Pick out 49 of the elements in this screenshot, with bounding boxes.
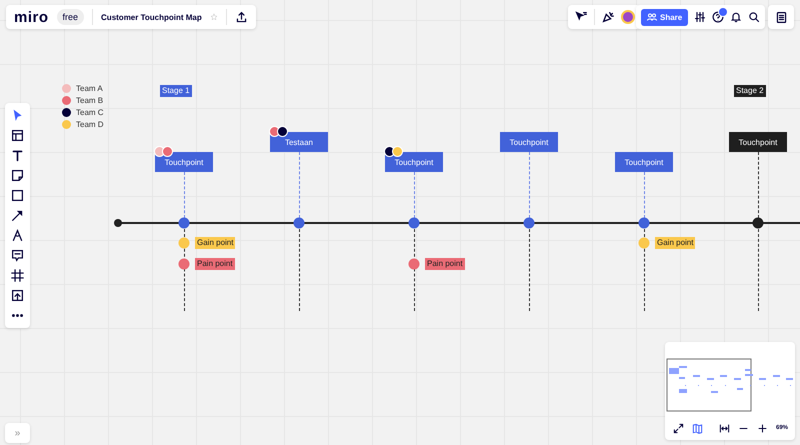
logo[interactable]: miro [14,8,49,26]
stage-label: Stage 2 [734,85,766,97]
arrow-icon[interactable] [11,209,24,222]
timeline-node [408,218,420,228]
zoom-in-icon[interactable] [757,422,768,434]
star-icon[interactable] [210,13,218,21]
map-icon[interactable] [692,422,703,434]
touchpoint-card: Touchpoint [155,152,213,172]
legend-label: Team C [76,108,104,117]
people-icon [647,13,657,21]
touchpoint-card: Touchpoint [615,152,673,172]
pen-icon[interactable] [11,229,24,242]
gain-point-label: Gain point [655,237,696,249]
upload-icon[interactable] [11,289,24,302]
sliders-icon[interactable] [694,11,706,23]
shape-icon[interactable] [11,189,24,202]
party-icon[interactable] [601,10,615,24]
timeline-start [114,219,122,227]
pain-point-label: Pain point [195,258,235,270]
touchpoint-card: Touchpoint [385,152,443,172]
pain-point-label: Pain point [425,258,465,270]
plan-badge: free [56,9,84,25]
document-icon[interactable] [774,10,788,24]
comment-icon[interactable] [11,249,24,262]
timeline-node [178,218,190,228]
timeline-node [638,218,650,228]
timeline-node [294,218,304,228]
search-icon[interactable] [748,11,760,23]
board-title[interactable]: Customer Touchpoint Map [101,12,202,22]
timeline-node [752,218,764,228]
bell-icon[interactable] [730,11,742,23]
gain-point-label: Gain point [195,237,236,249]
touchpoint-card: Testaan [270,132,328,152]
legend-label: Team A [76,84,103,93]
stage-label: Stage 1 [160,85,192,97]
fullscreen-icon[interactable] [673,422,684,434]
frame-icon[interactable] [11,269,24,282]
sticky-note-icon[interactable] [11,169,24,182]
export-icon[interactable] [234,10,248,24]
touchpoint-card: Touchpoint [729,132,787,152]
timeline-node [524,218,534,228]
avatar[interactable] [621,10,635,24]
legend-label: Team B [76,96,104,105]
touchpoint-card: Touchpoint [500,132,558,152]
template-icon[interactable] [11,129,24,142]
share-button[interactable]: Share [641,8,688,26]
text-icon[interactable] [11,149,24,162]
fit-width-icon[interactable] [719,422,730,434]
legend-label: Team D [76,120,104,129]
